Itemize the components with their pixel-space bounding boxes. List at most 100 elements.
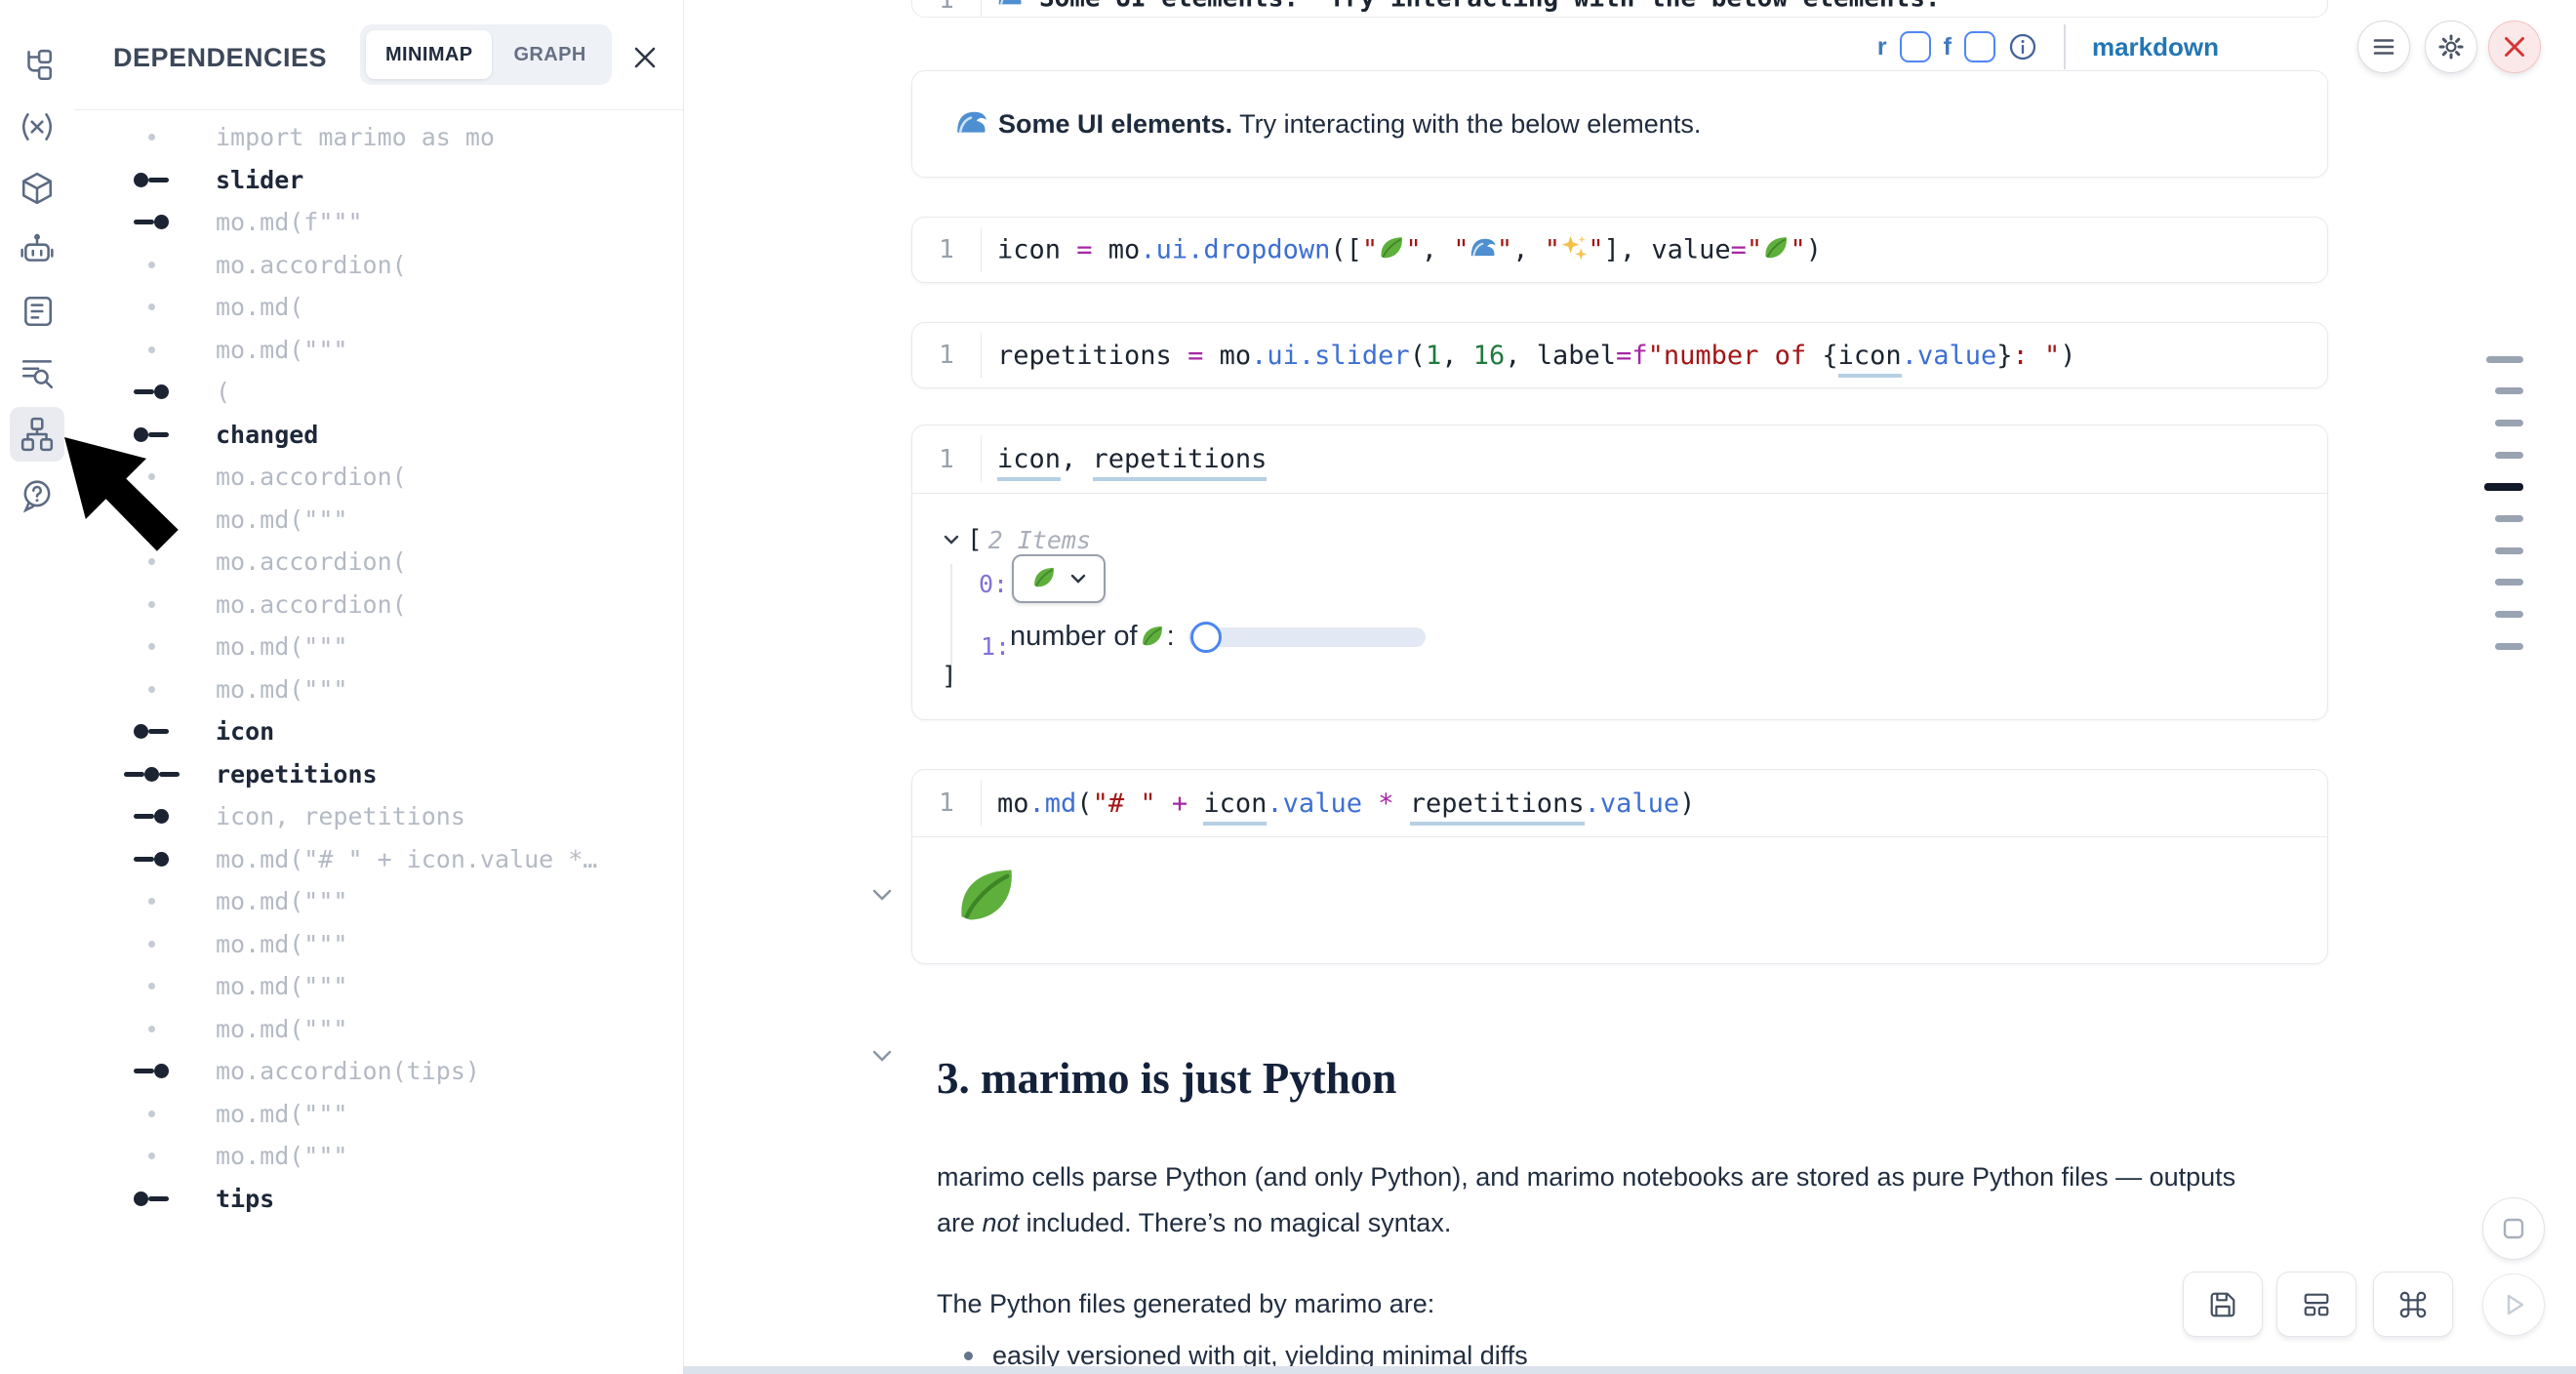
minimap-row[interactable]: mo.accordion( [74,584,683,626]
minimap-row[interactable]: import marimo as mo [74,116,683,159]
section-paragraph-1: marimo cells parse Python (and only Pyth… [937,1154,2272,1246]
close-icon[interactable] [630,43,660,72]
minimap-row[interactable]: mo.md(""" [74,668,683,711]
scroll-mark-current[interactable] [2484,483,2523,491]
minimap-row[interactable]: mo.md(""" [74,1093,683,1136]
variables-icon[interactable] [10,100,64,154]
minimap-cell-label: mo.md(""" [216,972,347,1000]
packages-icon[interactable] [10,161,64,216]
keyboard-shortcuts-button[interactable] [2373,1272,2453,1337]
scroll-mark[interactable] [2495,579,2523,586]
snippets-icon[interactable] [10,284,64,339]
scroll-mark[interactable] [2495,547,2523,554]
tuple-cell-code: icon, repetitions [982,444,1267,474]
info-icon[interactable] [2008,32,2037,61]
bracket-close: ] [942,662,957,691]
minimap-row[interactable]: tips [74,1178,683,1221]
tuple-cell-editor[interactable]: 1 icon, repetitions [912,425,2327,494]
scroll-mark[interactable] [2495,515,2523,522]
minimap-row[interactable]: mo.md(f""" [74,201,683,244]
leaf-emoji [1378,234,1405,262]
dropdown-code-cell[interactable]: 1 icon = mo.ui.dropdown(["", "", ""], va… [911,217,2328,283]
save-button[interactable] [2183,1272,2263,1337]
chevron-down-icon [1070,574,1086,585]
outline-icon[interactable] [10,345,64,400]
file-explorer-icon[interactable] [10,38,64,93]
bullet-dot [964,1352,973,1360]
ai-assistant-icon[interactable] [10,222,64,277]
bracket-open: [ [967,525,983,554]
slider-thumb[interactable] [1190,622,1222,653]
minimap-cell-label: mo.md(f""" [216,208,363,236]
format-label: f [1944,33,1952,61]
cell-collapse-icon[interactable] [868,881,896,909]
tree-collapse-icon[interactable] [942,530,961,549]
scroll-mark[interactable] [2495,452,2523,459]
minimap-row[interactable]: mo.md("# " + icon.value *… [74,838,683,881]
minimap-row[interactable]: mo.accordion( [74,541,683,584]
minimap-row[interactable]: mo.md(""" [74,499,683,542]
slider-code-cell[interactable]: 1 repetitions = mo.ui.slider(1, 16, labe… [911,322,2328,388]
minimap-row[interactable]: mo.md(""" [74,626,683,668]
minimap-row[interactable]: slider [74,159,683,202]
scroll-mark[interactable] [2486,356,2523,363]
language-label[interactable]: markdown [2092,32,2219,62]
cell-marker-in [120,852,182,867]
line-number: 1 [939,341,954,370]
scroll-mark[interactable] [2495,611,2523,618]
run-button[interactable] [2482,1273,2545,1336]
minimap-row[interactable]: repetitions [74,753,683,796]
layout-select-button[interactable] [2276,1272,2356,1337]
minimap-cell-label: mo.md(""" [216,1142,347,1170]
reactive-checkbox[interactable] [1900,31,1931,62]
minimap-row[interactable]: mo.md(""" [74,880,683,923]
tab-graph[interactable]: GRAPH [494,30,605,79]
help-icon[interactable] [10,468,64,523]
cell-marker-out [120,173,182,187]
minimap-row[interactable]: mo.md(""" [74,965,683,1008]
section-paragraph-2: The Python files generated by marimo are… [937,1289,1434,1319]
minimap-row[interactable]: changed [74,414,683,457]
stop-button[interactable] [2482,1197,2545,1260]
panel-title: DEPENDENCIES [113,43,327,73]
minimap-row[interactable]: mo.md(""" [74,329,683,372]
markdown-cell-editor[interactable]: 1 Some UI elements. Try interacting with… [911,0,2328,18]
dependency-graph-icon[interactable] [10,407,64,462]
menu-button[interactable] [2357,20,2410,73]
shutdown-button[interactable] [2488,20,2541,73]
leaf-emoji [1140,624,1165,649]
minimap-row[interactable]: ( [74,371,683,414]
cell-marker-out [120,1192,182,1206]
minimap-row[interactable]: mo.accordion(tips) [74,1050,683,1093]
minimap-cell-label: repetitions [216,760,378,788]
minimap-row[interactable]: mo.accordion( [74,244,683,287]
minimap-row[interactable]: mo.md(""" [74,1008,683,1051]
minimap-row[interactable]: mo.md(""" [74,923,683,966]
minimap-row[interactable]: mo.accordion( [74,456,683,499]
format-checkbox[interactable] [1964,31,1995,62]
close-icon [2503,35,2526,59]
minimap-row[interactable]: icon [74,710,683,753]
minimap-row[interactable]: icon, repetitions [74,795,683,838]
settings-button[interactable] [2425,20,2477,73]
cell-marker-none [120,983,182,990]
cell-marker-none [120,1152,182,1159]
minimap-cell-label: mo.md(""" [216,887,347,915]
minimap-row[interactable]: mo.md( [74,286,683,329]
cell-marker-none [120,473,182,480]
scroll-mark[interactable] [2495,643,2523,650]
minimap-row[interactable]: mo.md(""" [74,1135,683,1178]
cell-marker-in [120,384,182,399]
md-concat-code: mo.md("# " + icon.value * repetitions.va… [982,788,1695,819]
scroll-mark[interactable] [2495,387,2523,394]
repetitions-slider[interactable] [1188,627,1426,647]
md-concat-editor[interactable]: 1 mo.md("# " + icon.value * repetitions.… [912,770,2327,837]
icon-dropdown[interactable] [1012,554,1106,603]
section-collapse-icon[interactable] [868,1042,896,1070]
scroll-mark[interactable] [2495,420,2523,426]
activity-rail [0,0,75,1374]
tab-minimap[interactable]: MINIMAP [366,30,492,79]
md-concat-cell: 1 mo.md("# " + icon.value * repetitions.… [911,769,2328,964]
slider-label: number of [1010,621,1138,653]
cell-marker-none [120,262,182,268]
